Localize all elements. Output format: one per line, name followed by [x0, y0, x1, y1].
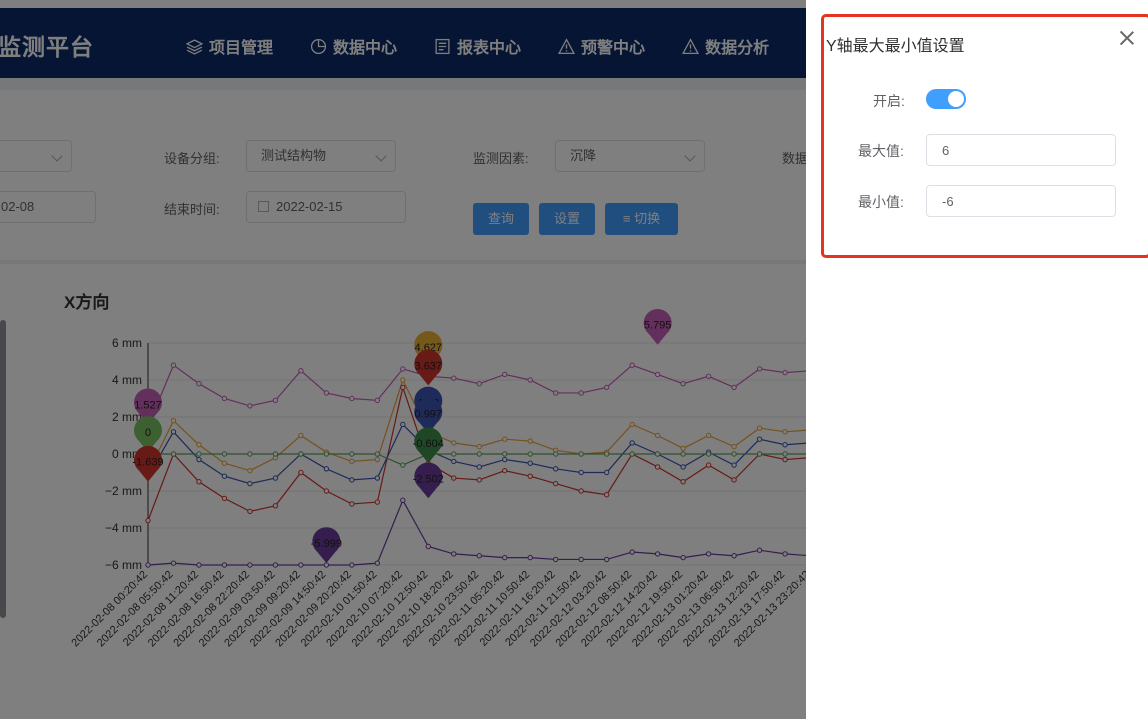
toggle-knob: [948, 91, 964, 107]
close-icon[interactable]: [1119, 30, 1135, 46]
page: 监测平台 项目管理 数据中心 报表中心 预警中心 数据分析: [0, 0, 1148, 719]
enable-label: 开启:: [873, 93, 905, 109]
min-value-label: 最小值:: [858, 194, 904, 210]
max-value-input[interactable]: [926, 134, 1116, 166]
drawer-title: Y轴最大最小值设置: [826, 38, 965, 55]
y-axis-settings-drawer: Y轴最大最小值设置 开启: 最大值: 最小值:: [806, 0, 1148, 719]
enable-toggle[interactable]: [926, 89, 966, 109]
max-value-label: 最大值:: [858, 143, 904, 159]
min-value-input[interactable]: [926, 185, 1116, 217]
modal-overlay[interactable]: [0, 0, 806, 719]
